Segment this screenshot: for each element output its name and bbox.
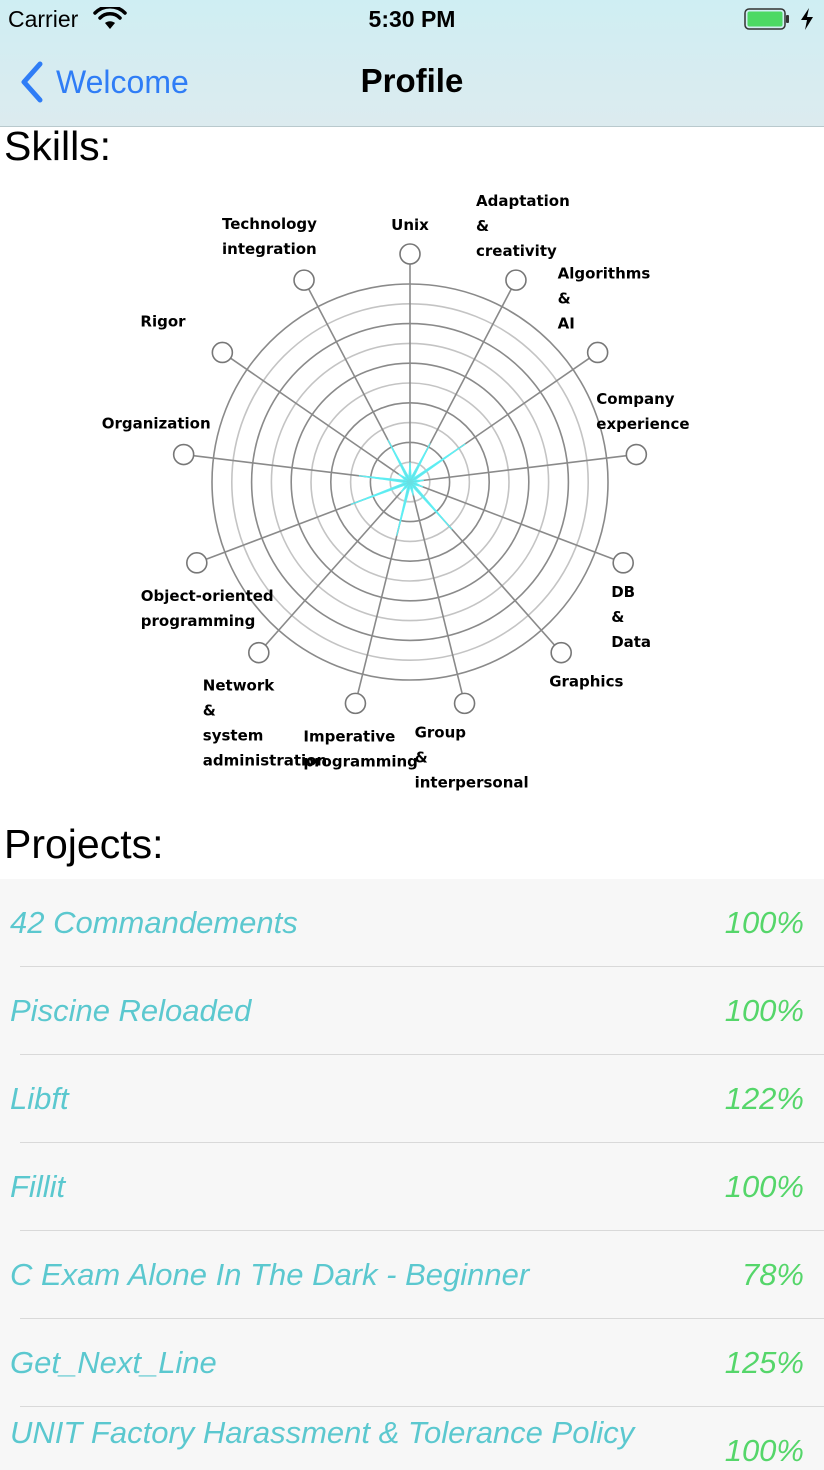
- radar-axis-label-line: Technology: [222, 215, 317, 233]
- project-score: 100%: [724, 905, 804, 940]
- radar-axis-label: Technology integration: [222, 215, 317, 258]
- projects-list: 42 Commandements 100% Piscine Reloaded 100%…: [0, 879, 824, 1470]
- radar-axis-label: Network & system administration: [203, 677, 327, 770]
- radar-axis-label: Graphics: [549, 673, 623, 691]
- project-name: UNIT Factory Harassment & Tolerance Poli…: [10, 1415, 635, 1450]
- radar-axis-label-line: Graphics: [549, 673, 623, 691]
- project-score: 122%: [724, 1081, 804, 1116]
- radar-axis-label-line: Adaptation: [476, 192, 570, 210]
- project-name: Get_Next_Line: [10, 1345, 217, 1380]
- project-name: Libft: [10, 1081, 69, 1116]
- radar-axis-marker: [505, 269, 527, 291]
- radar-axis-label: Company experience: [596, 390, 689, 433]
- project-row[interactable]: UNIT Factory Harassment & Tolerance Poli…: [0, 1407, 824, 1470]
- project-row[interactable]: 42 Commandements 100%: [0, 879, 824, 967]
- radar-axis: [264, 481, 411, 646]
- project-score: 78%: [741, 1257, 804, 1292]
- radar-axis-label-line: Object-oriented: [141, 587, 274, 605]
- project-row[interactable]: Libft 122%: [0, 1055, 824, 1143]
- radar-axis-label-line: Unix: [391, 216, 429, 234]
- charging-bolt-icon: [801, 8, 813, 30]
- project-row[interactable]: Get_Next_Line 125%: [0, 1319, 824, 1407]
- navigation-bar: Carrier 5:30 PM Welcome Profile: [0, 0, 824, 127]
- radar-axis-label-line: Rigor: [140, 313, 186, 331]
- project-row[interactable]: C Exam Alone In The Dark - Beginner 78%: [0, 1231, 824, 1319]
- radar-axis-label-line: Organization: [102, 415, 211, 433]
- radar-axis-marker: [550, 641, 572, 664]
- radar-axis-label: DB & Data: [611, 583, 651, 651]
- radar-axis-label: Unix: [391, 216, 429, 234]
- radar-axis-label-line: programming: [141, 612, 256, 630]
- radar-axis-label-line: &: [203, 702, 216, 720]
- project-score: 100%: [724, 1433, 804, 1468]
- project-name: Piscine Reloaded: [10, 993, 252, 1028]
- radar-axis-marker: [172, 443, 195, 466]
- radar-axis-label-line: Data: [611, 633, 651, 651]
- project-score: 100%: [724, 993, 804, 1028]
- status-time: 5:30 PM: [368, 6, 456, 32]
- radar-axis-marker: [293, 269, 315, 291]
- project-score: 100%: [724, 1169, 804, 1204]
- status-bar: Carrier 5:30 PM: [0, 0, 824, 40]
- radar-axis-label-line: &: [476, 217, 489, 235]
- radar-axis-marker: [344, 692, 367, 715]
- radar-axis-label-line: system: [203, 727, 264, 745]
- radar-axis-label: Organization: [102, 415, 211, 433]
- project-name: Fillit: [10, 1169, 66, 1204]
- radar-axis-label-line: Company: [596, 390, 674, 408]
- project-row[interactable]: Piscine Reloaded 100%: [0, 967, 824, 1055]
- radar-axis-marker: [211, 341, 234, 364]
- radar-axis-label-line: administration: [203, 752, 327, 770]
- radar-axis-label: Adaptation & creativity: [476, 192, 570, 260]
- battery-icon: [744, 8, 789, 30]
- project-name: 42 Commandements: [10, 905, 298, 940]
- projects-heading: Projects:: [4, 821, 164, 867]
- radar-axis-marker: [453, 692, 476, 715]
- radar-axis-label-line: creativity: [476, 242, 557, 260]
- radar-axis-marker: [248, 641, 270, 664]
- project-name: C Exam Alone In The Dark - Beginner: [10, 1257, 530, 1292]
- radar-axis-label-line: Group: [415, 723, 467, 741]
- radar-axis-label: Group & interpersonal: [415, 723, 529, 791]
- skills-radar-chart: Unix Adaptation & creativityAlgorithms & AI Co…: [102, 192, 690, 791]
- project-row[interactable]: Fillit 100%: [0, 1143, 824, 1231]
- radar-axis-label: Algorithms & AI: [558, 265, 651, 333]
- radar-axis-marker: [612, 552, 634, 574]
- radar-axis-label-line: &: [558, 290, 571, 308]
- radar-axis-marker: [586, 341, 609, 364]
- radar-axis-label: Object-oriented programming: [141, 587, 274, 630]
- radar-axis-label: Rigor: [140, 313, 186, 331]
- radar-axis-label-line: integration: [222, 240, 317, 258]
- radar-axis-marker: [625, 443, 648, 466]
- page-title: Profile: [360, 62, 464, 99]
- radar-axis-label-line: experience: [596, 415, 689, 433]
- radar-axis-marker: [399, 243, 421, 265]
- project-score: 125%: [724, 1345, 804, 1380]
- radar-axis-label-line: DB: [611, 583, 635, 601]
- radar-axis: [409, 481, 463, 694]
- skills-heading: Skills:: [4, 123, 112, 169]
- radar-axis-label-line: AI: [558, 315, 575, 333]
- radar-axis-marker: [186, 552, 208, 574]
- radar-axis-label-line: Algorithms: [558, 265, 651, 283]
- radar-axis-label-line: interpersonal: [415, 773, 529, 791]
- radar-axis-label-line: &: [611, 608, 624, 626]
- radar-axis-label-line: Network: [203, 677, 275, 695]
- radar-axis-label-line: Imperative: [303, 727, 395, 745]
